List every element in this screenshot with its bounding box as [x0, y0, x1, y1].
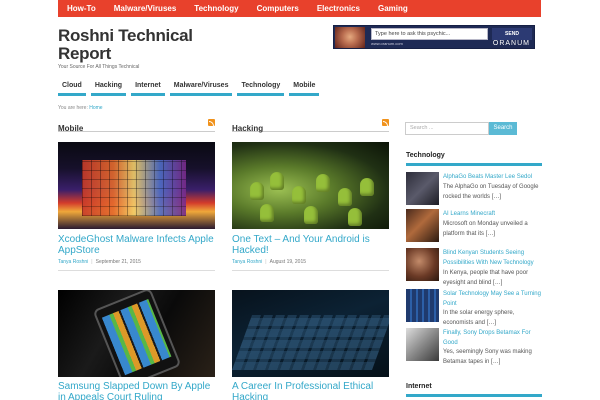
top-nav-item-how-to[interactable]: How-To — [58, 0, 105, 17]
divider — [58, 270, 215, 271]
sidebar-post-excerpt: Yes, seemingly Sony was making Betamax t… — [443, 349, 532, 365]
sidebar-post-excerpt: The AlphaGo on Tuesday of Google rocked … — [443, 184, 539, 200]
ad-banner[interactable]: Type here to ask this psychic... SEND ww… — [333, 25, 535, 49]
internet-widget-heading: Internet — [406, 383, 432, 390]
top-nav: How-To Malware/Viruses Technology Comput… — [58, 0, 541, 17]
sidebar-post-excerpt: In Kenya, people that have poor eyesight… — [443, 270, 529, 286]
ad-send-button[interactable]: SEND — [492, 28, 532, 40]
site-title[interactable]: Roshni Technical Report — [58, 27, 218, 63]
sidebar-post-title[interactable]: Finally, Sony Drops Betamax For Good — [443, 328, 543, 348]
technology-widget-heading: Technology — [406, 152, 445, 159]
rss-icon[interactable] — [382, 119, 389, 126]
post-thumbnail-keyboard[interactable] — [232, 290, 389, 377]
hacking-section-title[interactable]: Hacking — [232, 124, 263, 133]
top-nav-item-electronics[interactable]: Electronics — [308, 0, 369, 17]
post-thumbnail-android-figures[interactable] — [232, 142, 389, 229]
sidebar-search-button[interactable]: Search — [489, 122, 517, 135]
post-meta: Tanya Roshni | September 21, 2015 — [58, 259, 141, 265]
post-author[interactable]: Tanya Roshni — [232, 259, 262, 265]
sidebar-post-title[interactable]: Solar Technology May See a Turning Point — [443, 289, 543, 309]
post-title-ethical-hacking[interactable]: A Career In Professional Ethical Hacking — [232, 381, 392, 400]
post-thumbnail-smartphone[interactable] — [58, 290, 215, 377]
category-tab-cloud[interactable]: Cloud — [58, 82, 86, 96]
post-title-xcodeghost[interactable]: XcodeGhost Malware Infects Apple AppStor… — [58, 234, 218, 256]
sidebar-post-excerpt: In the solar energy sphere, economists a… — [443, 310, 515, 326]
heading-underline — [406, 394, 542, 397]
category-tab-hacking[interactable]: Hacking — [90, 82, 127, 96]
top-nav-item-malware-viruses[interactable]: Malware/Viruses — [105, 0, 186, 17]
sidebar-post-title[interactable]: AI Learns Minecraft — [443, 209, 543, 219]
mobile-section-title[interactable]: Mobile — [58, 124, 83, 133]
sidebar-post-thumbnail[interactable] — [406, 289, 439, 322]
breadcrumb-home-link[interactable]: Home — [89, 105, 102, 111]
divider — [232, 270, 389, 271]
sidebar-post-title[interactable]: AlphaGo Beats Master Lee Sedol — [443, 172, 543, 182]
sidebar-post: Blind Kenyan Students Seeing Possibiliti… — [406, 248, 542, 292]
post-author[interactable]: Tanya Roshni — [58, 259, 88, 265]
top-nav-item-computers[interactable]: Computers — [248, 0, 308, 17]
sidebar-post: AI Learns Minecraft Microsoft on Monday … — [406, 209, 542, 249]
sidebar-post: Solar Technology May See a Turning Point… — [406, 289, 542, 327]
post-date: August 19, 2015 — [269, 259, 307, 265]
category-tab-malware-viruses[interactable]: Malware/Viruses — [169, 82, 233, 96]
breadcrumb: You are here: Home — [58, 105, 103, 111]
post-date: September 21, 2015 — [95, 259, 141, 265]
sidebar-post: Finally, Sony Drops Betamax For Good Yes… — [406, 328, 542, 366]
ad-url: www.oranum.com — [371, 41, 403, 46]
post-thumbnail-apple-store[interactable] — [58, 142, 215, 229]
sidebar-post-title[interactable]: Blind Kenyan Students Seeing Possibiliti… — [443, 248, 543, 268]
sidebar-post-excerpt: Microsoft on Monday unveiled a platform … — [443, 221, 528, 237]
psychic-photo — [335, 27, 365, 48]
sidebar-post-thumbnail[interactable] — [406, 209, 439, 242]
post-meta: Tanya Roshni | August 19, 2015 — [232, 259, 307, 265]
hacking-section-heading: Hacking — [232, 118, 389, 133]
post-title-one-text[interactable]: One Text – And Your Android is Hacked! — [232, 234, 392, 256]
sidebar-search-input[interactable]: Search ... — [405, 122, 489, 135]
sidebar-post-thumbnail[interactable] — [406, 248, 439, 281]
mobile-section-heading: Mobile — [58, 118, 215, 133]
sidebar-post-thumbnail[interactable] — [406, 172, 439, 205]
breadcrumb-prefix: You are here: — [58, 105, 88, 111]
ad-question-input[interactable]: Type here to ask this psychic... — [371, 28, 488, 40]
post-title-samsung[interactable]: Samsung Slapped Down By Apple in Appeals… — [58, 381, 218, 400]
ad-brand-logo: ORANUM — [492, 40, 530, 47]
category-tab-technology[interactable]: Technology — [237, 82, 285, 96]
rss-icon[interactable] — [208, 119, 215, 126]
sidebar-post-thumbnail[interactable] — [406, 328, 439, 361]
category-nav: Cloud Hacking Internet Malware/Viruses T… — [58, 82, 320, 96]
category-tab-mobile[interactable]: Mobile — [289, 82, 320, 96]
heading-underline — [406, 163, 542, 166]
top-nav-item-technology[interactable]: Technology — [185, 0, 247, 17]
category-tab-internet[interactable]: Internet — [131, 82, 165, 96]
site-tagline: Your Source For All Things Technical — [58, 64, 140, 70]
top-nav-item-gaming[interactable]: Gaming — [369, 0, 417, 17]
